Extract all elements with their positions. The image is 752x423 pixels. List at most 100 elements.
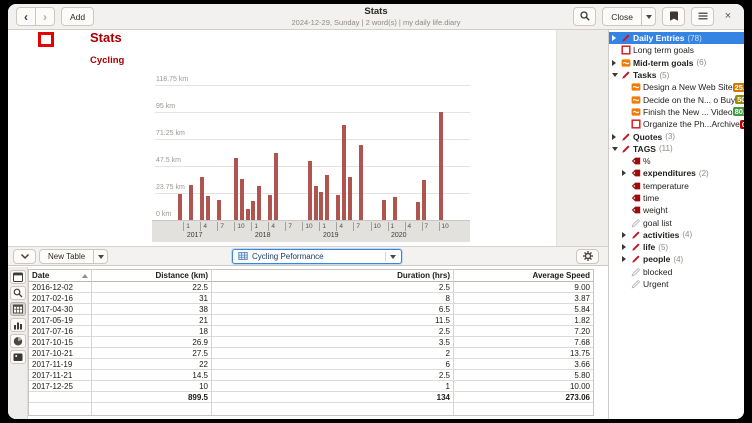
table-row[interactable]: 2017-04-30386.55.84	[29, 304, 593, 315]
tree-item-label: people	[643, 254, 670, 264]
tree-item-label: activities	[643, 230, 679, 240]
settings-button[interactable]	[576, 249, 599, 264]
tree-item-finish-the-new-video[interactable]: Finish the New ... Video80,0%	[609, 106, 744, 118]
tree-item-design-a-new-web-site[interactable]: Design a New Web Site25,0%	[609, 81, 744, 93]
table-row[interactable]: 2017-10-2127.5213.75	[29, 348, 593, 359]
pencil-red-icon	[621, 144, 633, 154]
column-header[interactable]: Average Speed	[454, 270, 593, 282]
tree-item-count: (5)	[658, 243, 668, 252]
totals-cell	[29, 392, 92, 403]
titlebar: ‹ › Add Stats 2024-12-29, Sunday | 2 wor…	[8, 4, 744, 30]
add-button[interactable]: Add	[61, 7, 94, 26]
close-entry-button[interactable]: Close	[602, 7, 642, 26]
calendar-view-button[interactable]	[10, 270, 26, 284]
tree-item-quotes[interactable]: Quotes(3)	[609, 130, 744, 142]
table-row[interactable]: 2017-11-2114.52.55.80	[29, 370, 593, 381]
totals-cell: 273.06	[454, 392, 593, 403]
chart-bar	[234, 158, 238, 220]
column-header[interactable]: Distance (km)	[92, 270, 212, 282]
tag-red-icon	[631, 205, 643, 215]
search-view-button[interactable]	[10, 286, 26, 300]
expander-open[interactable]	[612, 73, 621, 77]
table-row[interactable]: 2017-11-192263.66	[29, 359, 593, 370]
table-selector[interactable]: Cycling Peformance	[232, 249, 402, 264]
preview-gutter	[556, 30, 608, 246]
search-icon	[579, 10, 591, 24]
empty-cell	[454, 403, 593, 415]
pencil-red-icon	[621, 33, 633, 43]
table-cell: 6.5	[212, 304, 454, 315]
table-row[interactable]: 2017-12-2510110.00	[29, 381, 593, 392]
pie-chart-view-button[interactable]	[10, 334, 26, 348]
chart-bar	[206, 196, 210, 220]
search-button[interactable]	[573, 7, 596, 26]
tree-item-temperature[interactable]: temperature	[609, 180, 744, 192]
tree-item-tasks[interactable]: Tasks(5)	[609, 69, 744, 81]
window-close-button[interactable]: ×	[720, 11, 736, 22]
bookmark-button[interactable]	[662, 7, 685, 26]
tree-item-organize-the-ph-archive[interactable]: Organize the Ph...Archive0,0%	[609, 118, 744, 130]
x-axis-month-tick: 4	[405, 222, 412, 231]
table-row[interactable]: 2017-05-192111.51.82	[29, 315, 593, 326]
tree-item-blocked[interactable]: blocked	[609, 266, 744, 278]
x-axis-month-tick: 10	[439, 222, 449, 231]
x-axis-month-tick: 10	[302, 222, 312, 231]
tree-item-decide-on-the-n-o-buy[interactable]: Decide on the N... o Buy50,0%	[609, 93, 744, 105]
table-icon	[12, 303, 24, 315]
x-axis-month-tick: 10	[234, 222, 244, 231]
empty-cell	[29, 403, 92, 415]
collapse-panel-button[interactable]	[13, 249, 36, 264]
tree-item-daily-entries[interactable]: Daily Entries(78)	[609, 32, 744, 44]
tree-item-tags[interactable]: TAGS(11)	[609, 143, 744, 155]
back-button[interactable]: ‹	[16, 7, 36, 26]
tree-item-time[interactable]: time	[609, 192, 744, 204]
column-header[interactable]: Date	[29, 270, 92, 282]
tree-item-long-term-goals[interactable]: Long term goals	[609, 44, 744, 56]
x-axis-year-label: 2019	[323, 232, 339, 239]
chevron-right-icon	[612, 134, 616, 140]
expander-closed[interactable]	[612, 35, 621, 41]
tree-item-item[interactable]: %	[609, 155, 744, 167]
table-row[interactable]: 2017-10-1526.93.57.68	[29, 337, 593, 348]
tree-item-weight[interactable]: weight	[609, 204, 744, 216]
table-cell: 2	[212, 348, 454, 359]
tree-item-count: (4)	[673, 255, 683, 264]
tree-item-label: Urgent	[643, 279, 669, 289]
column-header[interactable]: Duration (hrs)	[212, 270, 454, 282]
chevron-right-icon	[612, 35, 616, 41]
forward-button[interactable]: ›	[35, 7, 55, 26]
table-view-button[interactable]	[10, 302, 26, 316]
menu-button[interactable]	[691, 7, 714, 26]
tree-item-activities[interactable]: activities(4)	[609, 229, 744, 241]
tree-item-goal-list[interactable]: goal list	[609, 216, 744, 228]
expander-open[interactable]	[612, 147, 621, 151]
table-cell: 7.68	[454, 337, 593, 348]
pie-chart-icon	[12, 335, 24, 347]
tree-item-people[interactable]: people(4)	[609, 253, 744, 265]
tree-item-urgent[interactable]: Urgent	[609, 278, 744, 290]
table-cell: 10.00	[454, 381, 593, 392]
column-header-label: Distance (km)	[156, 271, 208, 280]
expander-closed[interactable]	[622, 232, 631, 238]
chart-bar	[314, 186, 318, 220]
expander-closed[interactable]	[622, 244, 631, 250]
expander-closed[interactable]	[612, 60, 621, 66]
table-cell: 10	[92, 381, 212, 392]
close-entry-dropdown-button[interactable]	[641, 7, 656, 26]
table-row[interactable]: 2017-02-163183.87	[29, 293, 593, 304]
tree-item-expenditures[interactable]: expenditures(2)	[609, 167, 744, 179]
tree-item-mid-term-goals[interactable]: Mid-term goals(6)	[609, 57, 744, 69]
bar-chart-view-button[interactable]	[10, 318, 26, 332]
new-table-dropdown-button[interactable]	[93, 249, 108, 264]
new-table-button[interactable]: New Table	[39, 249, 94, 264]
tree-item-life[interactable]: life(5)	[609, 241, 744, 253]
table-row[interactable]: 2016-12-0222.52.59.00	[29, 282, 593, 293]
expander-closed[interactable]	[612, 134, 621, 140]
table-cell: 2017-07-16	[29, 326, 92, 337]
expander-closed[interactable]	[622, 256, 631, 262]
table-row[interactable]: 2017-07-16182.57.20	[29, 326, 593, 337]
expander-closed[interactable]	[622, 170, 631, 176]
chart-bar	[325, 175, 329, 221]
image-view-button[interactable]	[10, 350, 26, 364]
chart-x-axis: 147102017147102018147102019147102020	[152, 220, 470, 242]
